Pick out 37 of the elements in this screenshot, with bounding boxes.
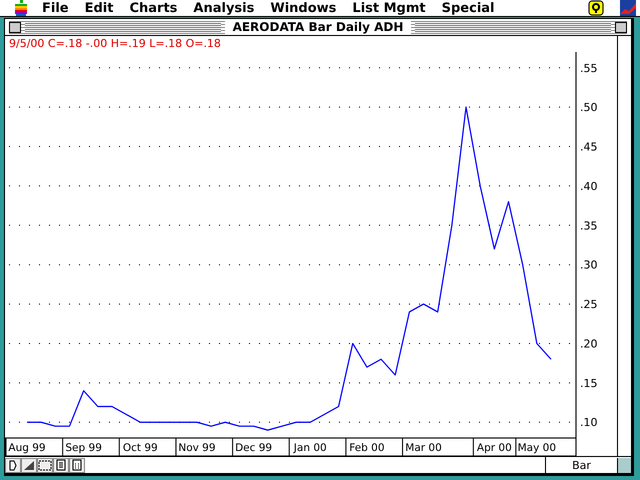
calculator-icon[interactable]: [69, 458, 85, 472]
axis-label: Apr 00: [476, 442, 512, 454]
axis-label: .55: [580, 62, 598, 75]
chart-tool-icon[interactable]: [21, 458, 37, 472]
axis-label: .50: [580, 101, 598, 114]
menu-item[interactable]: Edit: [76, 0, 122, 16]
axis-label: .35: [580, 219, 598, 232]
menu-item[interactable]: Analysis: [185, 0, 262, 16]
axis-label: Oct 99: [122, 442, 158, 454]
axis-label: Jan 00: [294, 442, 327, 454]
menu-item[interactable]: File: [34, 0, 77, 16]
axis-label: .10: [580, 416, 598, 430]
window-title: AERODATA Bar Daily ADH: [224, 20, 412, 34]
axis-label: .45: [580, 140, 598, 154]
axis-label: .40: [580, 180, 598, 193]
axis-label: Dec 99: [235, 442, 272, 454]
menu-item[interactable]: Charts: [121, 0, 186, 16]
close-box[interactable]: [9, 22, 21, 32]
axis-label: .15: [580, 376, 598, 390]
axis-label: May 00: [518, 442, 556, 454]
menu-item[interactable]: Special: [434, 0, 503, 16]
axis-label: Mar 00: [405, 442, 442, 454]
axis-label: .30: [580, 258, 598, 272]
axis-label: Nov 99: [178, 442, 216, 454]
axis-label: .20: [580, 337, 598, 350]
document-icon[interactable]: [53, 458, 69, 472]
menu-item[interactable]: List Mgmt: [344, 0, 434, 16]
quote-line: 9/5/00 C=.18 -.00 H=.19 L=.18 O=.18: [8, 36, 222, 52]
axis-label: Feb 00: [349, 442, 385, 454]
tab-handle-icon[interactable]: [5, 458, 21, 472]
axis-label: Sep 99: [65, 442, 102, 454]
resize-box[interactable]: [617, 458, 631, 472]
menu-item[interactable]: Windows: [262, 0, 344, 16]
axis-label: Aug 99: [8, 442, 46, 454]
selection-icon[interactable]: [37, 458, 53, 472]
zoom-box[interactable]: [615, 22, 628, 32]
axis-label: .25: [580, 298, 598, 312]
